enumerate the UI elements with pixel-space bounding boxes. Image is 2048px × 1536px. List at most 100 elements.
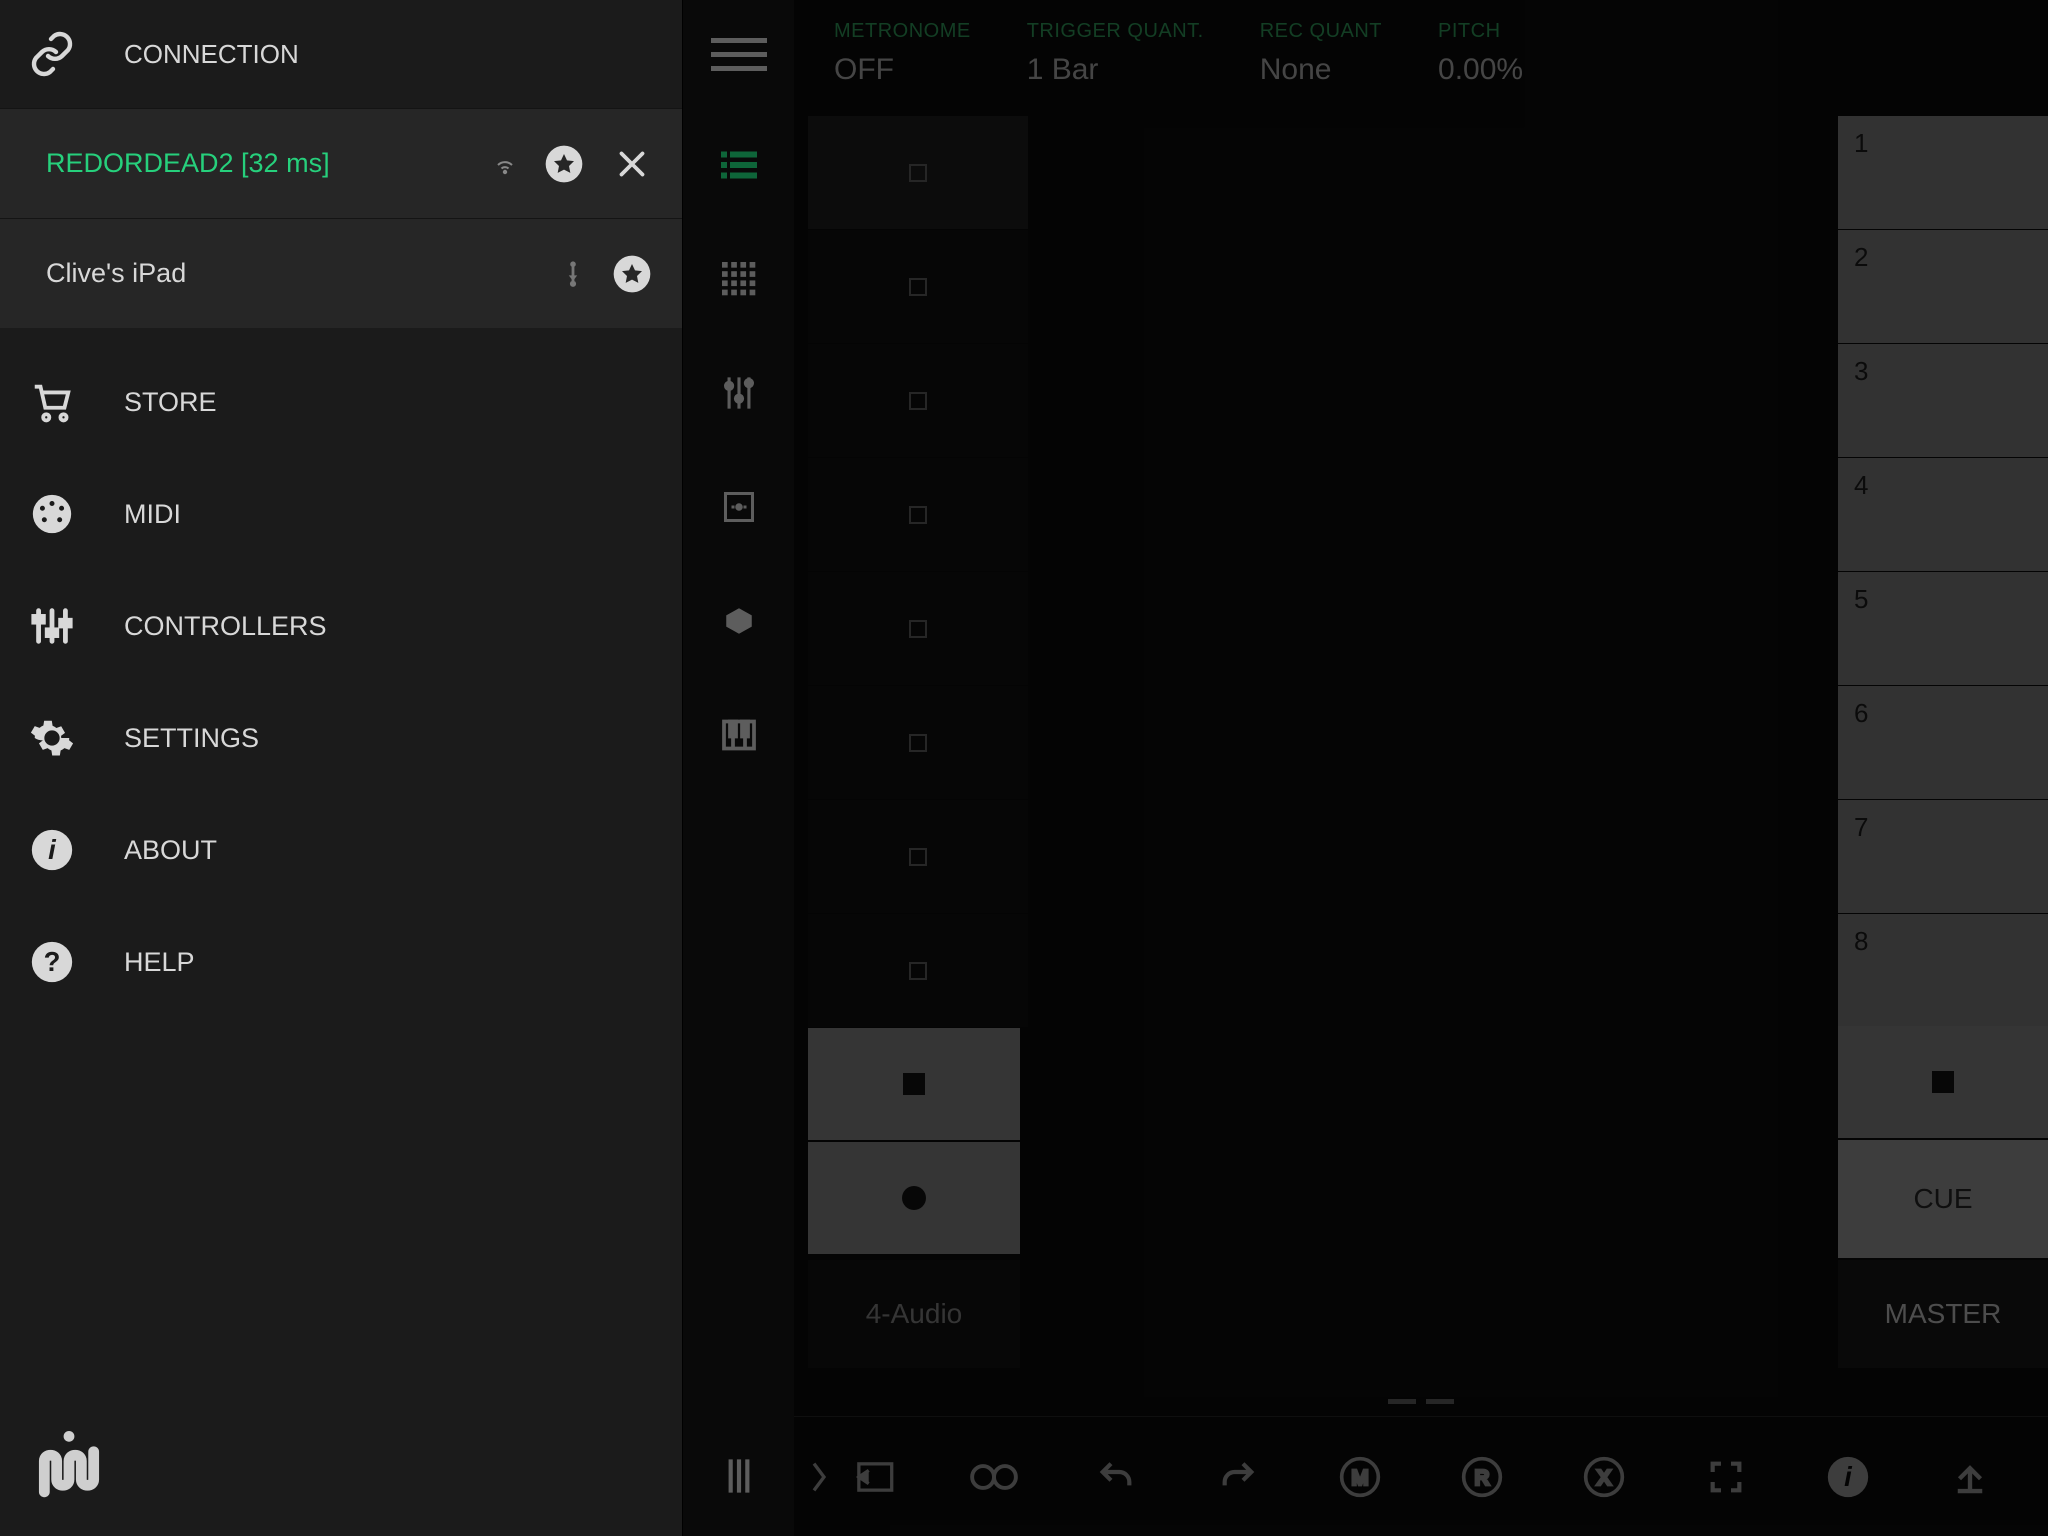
redo-button[interactable] [1213,1452,1263,1502]
view-grid-button[interactable] [683,222,795,336]
circle-m-icon: M [1338,1455,1382,1499]
mixer-icon [722,374,756,412]
sliders-icon [28,602,76,650]
sidebar-item-midi[interactable]: MIDI [0,458,682,570]
view-session-list-button[interactable] [683,108,795,222]
upload-icon [1949,1456,1991,1498]
clip-slot[interactable] [808,116,1028,229]
favorite-button[interactable] [610,252,654,296]
track-name[interactable]: 4-Audio [808,1260,1020,1368]
rec-quant-control[interactable]: REC QUANT None [1260,20,1382,87]
cue-button[interactable]: CUE [1838,1140,2048,1258]
track-stop-button[interactable] [808,1028,1020,1140]
clip-slot[interactable] [808,914,1028,1027]
scene-launch[interactable]: 7 [1838,800,2048,913]
grid-icon [722,262,756,296]
view-keys-button[interactable] [683,678,795,792]
clip-slot[interactable] [808,572,1028,685]
chevron-right-icon [808,1457,830,1497]
upload-button[interactable] [1945,1452,1995,1502]
track-record-button[interactable] [808,1142,1020,1254]
help-icon: ? [28,938,76,986]
stop-icon [903,1073,925,1095]
master-track-label[interactable]: MASTER [1838,1260,2048,1368]
sidebar-item-label: HELP [124,947,195,978]
wifi-icon [492,151,518,177]
hexagon-icon [722,604,756,638]
stop-icon [909,962,927,980]
connection-name: Clive's iPad [46,258,536,289]
tool-strip [682,0,794,1536]
scene-column: 1 2 3 4 5 6 7 8 [1838,116,2048,1028]
svg-text:?: ? [44,946,61,977]
cart-icon [28,378,76,426]
stop-icon [909,506,927,524]
info-icon: i [1826,1455,1870,1499]
record-mode-button[interactable]: R [1457,1452,1507,1502]
sidebar-item-label: ABOUT [124,835,217,866]
back-to-arrangement-button[interactable] [847,1452,897,1502]
sidebar-item-store[interactable]: STORE [0,346,682,458]
clip-slot[interactable] [808,230,1028,343]
sidebar-item-about[interactable]: i ABOUT [0,794,682,906]
fullscreen-button[interactable] [1701,1452,1751,1502]
crossfader-button[interactable] [683,1416,795,1536]
menu-toggle-button[interactable] [683,0,795,108]
sidebar-header-label: CONNECTION [124,39,299,70]
clip-slot[interactable] [808,800,1028,913]
sidebar-item-label: STORE [124,387,217,418]
stop-icon [909,392,927,410]
connection-list: REDORDEAD2 [32 ms] Clive's iPad [0,108,682,328]
view-device-button[interactable] [683,450,795,564]
clip-slot[interactable] [808,344,1028,457]
favorite-button[interactable] [542,142,586,186]
transport-bar: METRONOME OFF TRIGGER QUANT. 1 Bar REC Q… [794,0,2048,116]
mute-mode-button[interactable]: M [1335,1452,1385,1502]
stop-all-button[interactable] [1838,1026,2048,1138]
stop-icon [1932,1071,1954,1093]
expand-panel-button[interactable] [808,1457,830,1497]
info-icon: i [28,826,76,874]
svg-text:R: R [1475,1467,1490,1489]
clip-slot[interactable] [808,686,1028,799]
scene-launch[interactable]: 2 [1838,230,2048,343]
undo-button[interactable] [1091,1452,1141,1502]
svg-text:i: i [1844,1461,1853,1492]
circle-r-icon: R [1460,1455,1504,1499]
piano-icon [721,717,757,753]
return-icon [849,1457,895,1497]
clip-grid: 4-Audio 1 2 3 4 5 6 7 8 CUE MASTER [794,116,2048,1374]
metronome-value: OFF [834,53,971,87]
scene-launch[interactable]: 4 [1838,458,2048,571]
view-drum-button[interactable] [683,564,795,678]
sidebar-item-help[interactable]: ? HELP [0,906,682,1018]
fullscreen-icon [1706,1457,1746,1497]
sidebar-item-settings[interactable]: SETTINGS [0,682,682,794]
track-controls [808,1028,1020,1256]
scene-launch[interactable]: 5 [1838,572,2048,685]
delete-mode-button[interactable]: X [1579,1452,1629,1502]
info-button[interactable]: i [1823,1452,1873,1502]
metronome-control[interactable]: METRONOME OFF [834,20,971,87]
scene-launch[interactable]: 6 [1838,686,2048,799]
disconnect-button[interactable] [610,142,654,186]
session-view: METRONOME OFF TRIGGER QUANT. 1 Bar REC Q… [794,0,2048,1536]
sidebar-item-label: CONTROLLERS [124,611,327,642]
midi-icon [28,490,76,538]
trigger-quant-control[interactable]: TRIGGER QUANT. 1 Bar [1027,20,1204,87]
clip-slot[interactable] [808,458,1028,571]
hamburger-icon [711,29,767,80]
scene-launch[interactable]: 8 [1838,914,2048,1027]
connection-item-active[interactable]: REDORDEAD2 [32 ms] [0,108,682,218]
resize-handle[interactable] [1381,1391,1461,1411]
device-icon [721,489,757,525]
scene-launch[interactable]: 1 [1838,116,2048,229]
view-mixer-button[interactable] [683,336,795,450]
loop-button[interactable] [969,1452,1019,1502]
stop-icon [909,278,927,296]
pitch-control[interactable]: PITCH 0.00% [1438,20,1523,87]
sidebar-item-controllers[interactable]: CONTROLLERS [0,570,682,682]
scene-launch[interactable]: 3 [1838,344,2048,457]
connection-item[interactable]: Clive's iPad [0,218,682,328]
usb-icon [560,261,586,287]
